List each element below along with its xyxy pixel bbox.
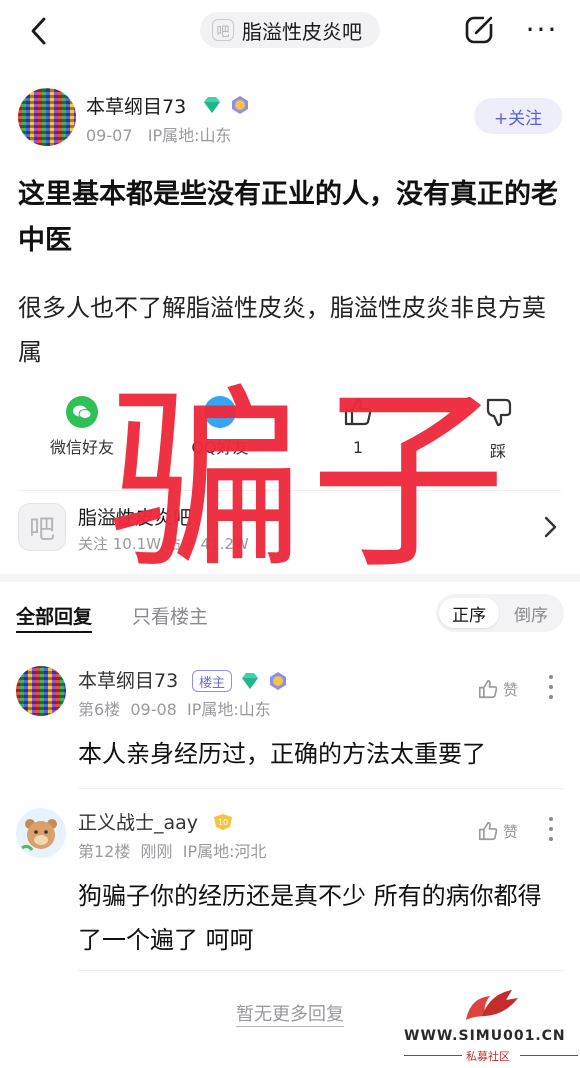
author-avatar[interactable] [18, 88, 76, 146]
like-button[interactable]: 1 [308, 394, 408, 457]
post-author-row: 本草纲目73 09-07 IP属地:山东 +关注 [18, 88, 578, 148]
top-bar: 吧 脂溢性皮炎吧 ··· [0, 0, 580, 60]
reply-text: 狗骗子你的经历还是真不少 所有的病你都得了一个遍了 呵呵 [78, 882, 542, 954]
reply-ip: IP属地:山东 [187, 700, 271, 719]
reply-item: 本草纲目73 楼主 第6楼 09-08 IP属地:山东 赞 本人亲身经历过，正确… [16, 666, 564, 776]
share-qq-button[interactable]: QQ好友 [170, 394, 270, 458]
reply-tabs: 全部回复 只看楼主 正序 倒序 [0, 594, 580, 636]
level-badge-icon [232, 96, 248, 114]
reply-floor: 第12楼 [78, 842, 131, 861]
author-name[interactable]: 本草纲目73 [86, 92, 186, 119]
watermark-rule-right [520, 1055, 578, 1056]
level-badge-icon [270, 672, 286, 690]
reply-like-button[interactable]: 赞 [477, 678, 518, 700]
back-arrow-icon [31, 17, 46, 45]
forum-name-pill[interactable]: 吧 脂溢性皮炎吧 [200, 12, 380, 48]
reply-like-button[interactable]: 赞 [477, 820, 518, 842]
like-count: 1 [352, 438, 364, 457]
dislike-button[interactable]: 踩 [448, 394, 548, 462]
reply-ip: IP属地:河北 [182, 842, 267, 861]
diamond-member-icon [204, 97, 220, 113]
forum-card[interactable]: 吧 脂溢性皮炎吧 关注 10.1W 帖子 41.2W [18, 490, 562, 562]
wechat-label: 微信好友 [49, 438, 114, 457]
watermark-subtitle: 私募社区 [466, 1050, 510, 1063]
share-wechat-button[interactable]: 微信好友 [32, 394, 132, 458]
tab-all-replies[interactable]: 全部回复 [16, 602, 93, 633]
forum-card-name: 脂溢性皮炎吧 [78, 507, 193, 529]
level-10-text: 10 [218, 818, 228, 827]
follow-button[interactable]: +关注 [474, 98, 562, 134]
tab-op-only[interactable]: 只看楼主 [132, 602, 208, 629]
section-divider [0, 574, 580, 582]
reply-avatar[interactable] [16, 808, 66, 858]
reply-separator [78, 970, 564, 971]
reply-more-icon[interactable] [548, 674, 554, 700]
no-more-replies-text: 暂无更多回复 [236, 1004, 344, 1027]
reply-like-label: 赞 [502, 822, 518, 841]
post-body: 很多人也不了解脂溢性皮炎，脂溢性皮炎非良方莫属 [18, 294, 546, 366]
forum-logo-icon: 吧 [212, 19, 234, 41]
sort-descending-button[interactable]: 倒序 [501, 598, 561, 628]
more-dots-icon: ··· [525, 13, 559, 46]
back-button[interactable] [26, 16, 50, 46]
diamond-member-icon [242, 673, 258, 689]
reply-meta: 第6楼 09-08 IP属地:山东 [78, 696, 271, 720]
thumbs-up-icon [478, 821, 498, 841]
post-ip: IP属地:山东 [147, 126, 232, 145]
watermark-url: WWW.SIMU001.CN [404, 1028, 566, 1044]
share-actions-row: 微信好友 QQ好友 1 踩 [0, 394, 580, 464]
reply-author[interactable]: 正义战士_aay [78, 808, 198, 835]
thumbs-down-icon [486, 398, 512, 427]
thumbs-up-icon [478, 679, 498, 699]
edit-icon [465, 14, 496, 44]
watermark-rule-left [404, 1055, 462, 1056]
site-watermark: WWW.SIMU001.CN 私募社区 [402, 986, 580, 1068]
op-badge: 楼主 [192, 670, 233, 692]
post-title: 这里基本都是些没有正业的人，没有真正的老中医 [18, 179, 558, 256]
qq-icon [204, 396, 236, 428]
forum-card-logo: 吧 [18, 503, 66, 551]
dislike-label: 踩 [489, 442, 506, 461]
post-meta: 09-07 IP属地:山东 [86, 122, 232, 146]
compose-button[interactable] [464, 14, 496, 46]
reply-floor: 第6楼 [78, 700, 121, 719]
reply-avatar[interactable] [16, 666, 66, 716]
level-10-badge-icon: 10 [214, 814, 232, 830]
chevron-right-icon [544, 516, 557, 538]
reply-date: 09-08 [130, 700, 177, 719]
reply-like-label: 赞 [502, 680, 518, 699]
thumbs-up-icon [344, 398, 372, 426]
post-date: 09-07 [86, 126, 133, 145]
bear-avatar-icon [16, 808, 66, 858]
sort-ascending-button[interactable]: 正序 [439, 598, 499, 628]
sort-toggle: 正序 倒序 [436, 594, 564, 632]
reply-separator [78, 788, 564, 789]
forum-name: 脂溢性皮炎吧 [242, 19, 362, 44]
reply-meta: 第12楼 刚刚 IP属地:河北 [78, 838, 267, 862]
watermark-logo-icon [466, 990, 518, 1020]
reply-text: 本人亲身经历过，正确的方法太重要了 [78, 740, 486, 768]
wechat-icon [66, 396, 98, 428]
reply-item: 正义战士_aay 10 第12楼 刚刚 IP属地:河北 赞 狗骗子你的经历还是真… [16, 808, 564, 958]
reply-more-icon[interactable] [548, 816, 554, 842]
reply-author[interactable]: 本草纲目73 [78, 666, 178, 693]
more-options-button[interactable]: ··· [522, 14, 562, 46]
forum-card-stats: 关注 10.1W 帖子 41.2W [78, 535, 249, 553]
reply-date: 刚刚 [140, 842, 173, 861]
qq-label: QQ好友 [191, 438, 249, 457]
